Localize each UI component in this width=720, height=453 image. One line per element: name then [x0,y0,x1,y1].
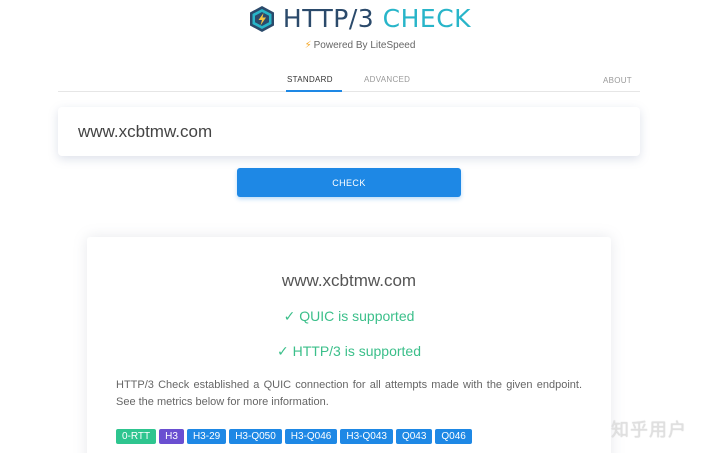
protocol-badge: H3-Q046 [284,429,338,444]
protocol-badge: H3 [159,429,184,444]
protocol-badge: 0-RTT [116,429,157,444]
powered-by-text: Powered By LiteSpeed [313,40,416,51]
url-input-card [58,107,640,156]
brand-header: HTTP/3 CHECK [0,4,720,33]
protocol-badge: Q046 [435,429,472,444]
protocol-badges: 0-RTT H3 H3-29 H3-Q050 H3-Q046 H3-Q043 Q043 Q04… [116,429,472,444]
powered-by: ⚡ Powered By LiteSpeed [0,40,720,51]
tab-bar: STANDARD ADVANCED ABOUT [58,66,640,92]
check-button[interactable]: CHECK [237,168,461,197]
protocol-badge: H3-Q043 [340,429,393,444]
brand-title-accent: CHECK [382,4,472,33]
litespeed-hex-logo-icon [249,5,274,32]
quic-supported-status: ✓ QUIC is supported [283,308,415,324]
tab-about[interactable]: ABOUT [603,76,632,85]
url-input[interactable] [78,121,620,142]
tab-active-indicator [286,90,342,92]
tab-standard[interactable]: STANDARD [287,75,333,84]
result-host: www.xcbtmw.com [281,271,417,290]
bolt-icon: ⚡ [304,40,312,51]
brand-title-main: HTTP/3 [282,4,375,33]
result-card: www.xcbtmw.com ✓ QUIC is supported ✓ HTT… [87,237,611,453]
watermark: 知乎用户 [611,420,687,440]
result-description: HTTP/3 Check established a QUIC connecti… [116,379,582,408]
protocol-badge: H3-29 [186,429,227,444]
protocol-badge: Q043 [395,429,433,444]
brand-title: HTTP/3 CHECK [283,4,471,33]
tab-advanced[interactable]: ADVANCED [364,75,410,84]
protocol-badge: H3-Q050 [229,429,282,444]
http3-supported-status: ✓ HTTP/3 is supported [276,343,421,359]
page: HTTP/3 CHECK ⚡ Powered By LiteSpeed STAND… [0,0,720,453]
